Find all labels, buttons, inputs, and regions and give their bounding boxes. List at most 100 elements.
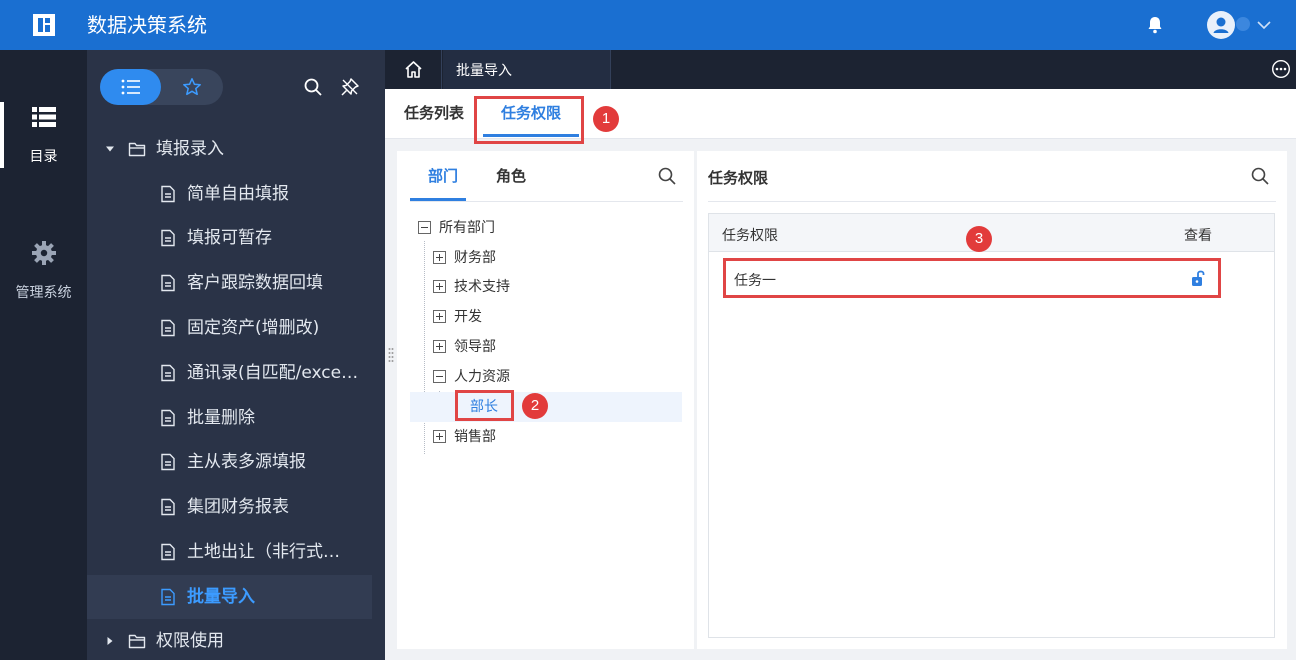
nav-item-batch-import[interactable]: 批量导入 (87, 575, 372, 619)
document-icon (161, 229, 175, 247)
document-icon (161, 498, 175, 516)
tree-node-finance[interactable]: 财务部 (410, 243, 682, 273)
nav-folder-label: 权限使用 (156, 631, 224, 651)
nav-item-label: 客户跟踪数据回填 (187, 273, 323, 293)
document-icon (161, 409, 175, 427)
column-header-view: 查看 (1184, 228, 1212, 244)
nav-item-group-finance[interactable]: 集团财务报表 (87, 485, 372, 529)
tree-node-leadership[interactable]: 领导部 (410, 332, 682, 362)
table-header: 任务权限 查看 (709, 214, 1274, 252)
favorites-view-button[interactable] (162, 69, 223, 105)
search-icon[interactable] (1250, 166, 1270, 186)
expand-icon[interactable] (433, 430, 446, 443)
column-header-permission: 任务权限 (722, 228, 778, 244)
collapse-icon[interactable] (418, 221, 431, 234)
nav-item-customer-tracking[interactable]: 客户跟踪数据回填 (87, 261, 372, 305)
nav-item-fixed-assets[interactable]: 固定资产(增删改) (87, 306, 372, 350)
catalog-view-button[interactable] (100, 69, 161, 105)
nav-folder-fill-entry[interactable]: 填报录入 (87, 127, 372, 171)
document-tab-strip: 批量导入 (385, 50, 1296, 89)
tree-node-sales[interactable]: 销售部 (410, 422, 682, 452)
tree-node-hr[interactable]: 人力资源 (410, 362, 682, 392)
tab-department[interactable]: 部门 (428, 165, 458, 186)
top-bar: 数据决策系统 (0, 0, 1296, 50)
tree-node-label: 技术支持 (454, 279, 510, 295)
nav-item-draft-fill[interactable]: 填报可暂存 (87, 216, 372, 260)
caret-down-icon (106, 146, 114, 152)
task-permission-panel: 任务权限 任务权限 查看 任务一 (697, 151, 1287, 649)
rail-admin-label: 管理系统 (15, 285, 72, 301)
notification-bell-icon[interactable] (1145, 15, 1165, 35)
rail-catalog-label: 目录 (29, 149, 58, 165)
splitter-handle-icon[interactable] (388, 347, 394, 363)
panel-title: 任务权限 (708, 169, 769, 187)
home-icon (405, 61, 422, 78)
home-tab[interactable] (385, 50, 442, 89)
annotation-badge-2: 2 (522, 393, 548, 419)
collapse-icon[interactable] (433, 370, 446, 383)
tree-node-label: 销售部 (454, 429, 496, 445)
document-icon (161, 543, 175, 561)
search-icon[interactable] (657, 166, 677, 186)
tab-batch-import[interactable]: 批量导入 (443, 50, 611, 89)
gear-icon (31, 241, 56, 265)
expand-icon[interactable] (433, 280, 446, 293)
document-icon (161, 319, 175, 337)
document-icon (161, 453, 175, 471)
search-icon[interactable] (303, 77, 323, 97)
expand-icon[interactable] (433, 310, 446, 323)
expand-icon[interactable] (433, 251, 446, 264)
nav-item-label: 固定资产(增删改) (187, 318, 320, 338)
caret-right-icon (107, 637, 113, 645)
list-icon (31, 107, 56, 127)
expand-icon[interactable] (433, 340, 446, 353)
annotation-badge-1: 1 (593, 106, 619, 132)
user-avatar[interactable] (1207, 11, 1235, 39)
tab-role[interactable]: 角色 (496, 165, 526, 186)
tree-node-all-departments[interactable]: 所有部门 (410, 213, 682, 243)
nav-item-batch-delete[interactable]: 批量删除 (87, 396, 372, 440)
folder-icon (128, 142, 146, 157)
annotation-box-3 (723, 258, 1221, 298)
tab-label: 批量导入 (456, 63, 512, 79)
annotation-box-2 (455, 390, 514, 421)
nav-folder-label: 填报录入 (156, 139, 224, 159)
chevron-down-icon[interactable] (1256, 17, 1272, 33)
nav-item-label: 简单自由填报 (187, 184, 289, 204)
unpin-icon[interactable] (340, 77, 360, 97)
app-title: 数据决策系统 (87, 13, 207, 37)
nav-item-label: 批量删除 (187, 408, 255, 428)
tree-node-label: 财务部 (454, 250, 496, 266)
nav-tree-panel: 填报录入 简单自由填报 填报可暂存 客户跟踪数据回填 固定资产(增删改) 通讯录… (87, 50, 385, 660)
nav-item-label: 集团财务报表 (187, 497, 289, 517)
list-view-icon (121, 79, 140, 95)
tree-node-development[interactable]: 开发 (410, 302, 682, 332)
tree-node-label: 开发 (454, 309, 482, 325)
nav-item-land-transfer[interactable]: 土地出让（非行式… (87, 530, 372, 574)
nav-item-master-detail[interactable]: 主从表多源填报 (87, 440, 372, 484)
document-icon (161, 588, 175, 606)
more-options-icon[interactable] (1271, 59, 1291, 79)
nav-item-address-book[interactable]: 通讯录(自匹配/exce… (87, 351, 372, 395)
rail-item-catalog[interactable]: 目录 (0, 106, 87, 168)
tree-node-tech-support[interactable]: 技术支持 (410, 272, 682, 302)
document-icon (161, 364, 175, 382)
rail-item-admin[interactable]: 管理系统 (0, 240, 87, 302)
tree-node-label: 人力资源 (454, 369, 510, 385)
folder-icon (128, 634, 146, 649)
document-icon (161, 274, 175, 292)
annotation-box-1 (474, 96, 584, 144)
user-icon (1213, 17, 1229, 33)
divider (708, 201, 1276, 202)
user-name-blurred (1236, 17, 1250, 31)
tree-node-label: 领导部 (454, 339, 496, 355)
app-logo-icon (33, 14, 55, 36)
nav-item-label: 通讯录(自匹配/exce… (187, 363, 359, 383)
nav-folder-permission-use[interactable]: 权限使用 (87, 619, 372, 660)
icon-rail: 目录 管理系统 (0, 50, 87, 660)
subtab-task-list[interactable]: 任务列表 (404, 103, 464, 123)
document-icon (161, 185, 175, 203)
nav-item-simple-fill[interactable]: 简单自由填报 (87, 172, 372, 216)
nav-item-label: 批量导入 (187, 587, 255, 607)
divider (410, 201, 683, 202)
